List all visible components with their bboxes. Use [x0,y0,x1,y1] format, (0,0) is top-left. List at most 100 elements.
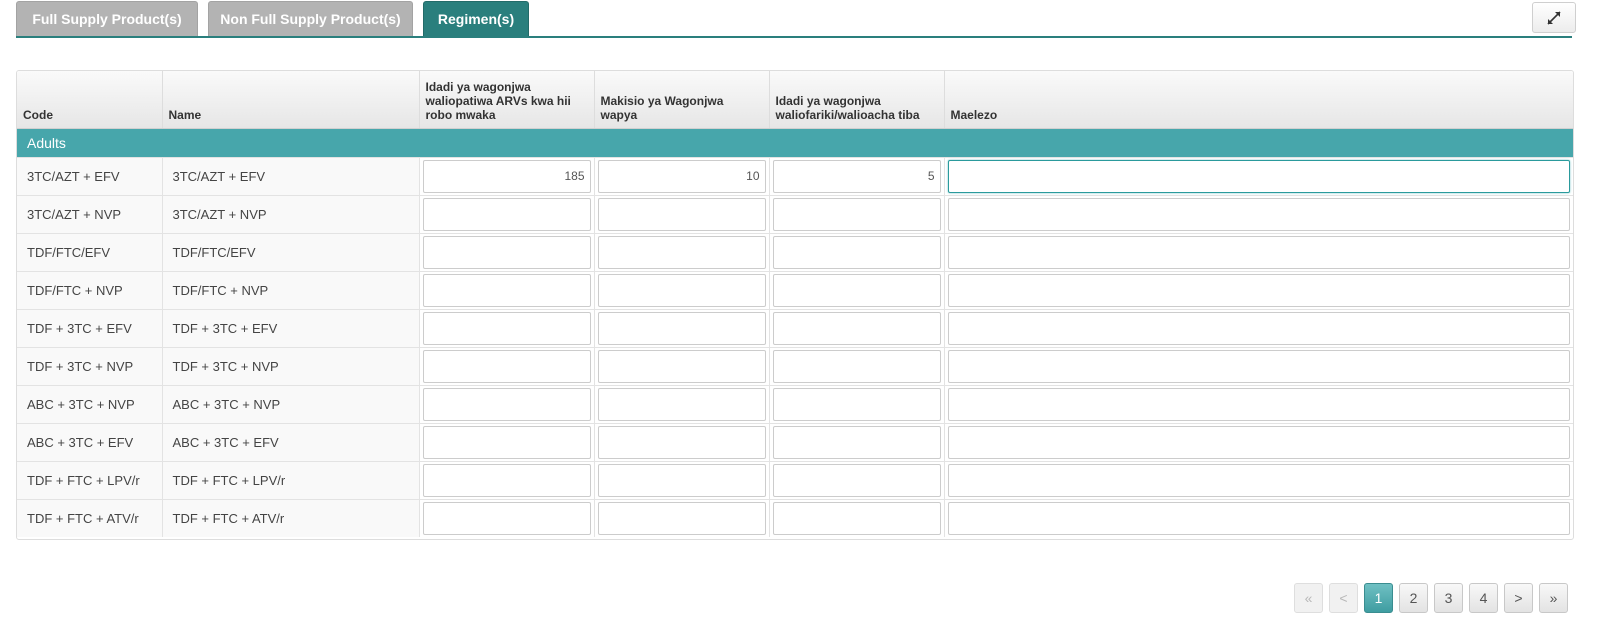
patients-died-stopped-input[interactable] [772,273,941,307]
patients-on-arvs-input[interactable] [422,387,591,421]
regimen-name: TDF/FTC/EFV [162,232,420,271]
new-patients-estimate-input[interactable] [597,311,766,345]
pagination-last-button[interactable]: » [1539,583,1568,613]
column-header-remarks: Maelezo [944,71,1573,129]
patients-on-arvs-input[interactable] [422,273,591,307]
patients-died-stopped-input[interactable] [772,425,941,459]
regimen-table: Code Name Idadi ya wagonjwa waliopatiwa … [17,71,1573,537]
patients-on-arvs-input-cell [419,270,595,309]
regimen-table-container: Code Name Idadi ya wagonjwa waliopatiwa … [16,70,1574,540]
new-patients-estimate-input-cell [594,270,770,309]
pagination-page-3[interactable]: 3 [1434,583,1463,613]
patients-on-arvs-input[interactable] [422,501,591,535]
new-patients-estimate-input-cell [594,460,770,499]
patients-on-arvs-input[interactable] [422,197,591,231]
tab-bar: Full Supply Product(s) Non Full Supply P… [16,0,1572,38]
patients-on-arvs-input[interactable] [422,235,591,269]
remarks-input[interactable] [947,425,1570,459]
regimen-name: TDF + FTC + LPV/r [162,460,420,499]
pagination-page-2[interactable]: 2 [1399,583,1428,613]
tab-non-full-supply-products[interactable]: Non Full Supply Product(s) [208,1,413,36]
patients-on-arvs-input-cell [419,232,595,271]
regimen-name: ABC + 3TC + NVP [162,384,420,423]
new-patients-estimate-input[interactable] [597,159,766,193]
patients-died-stopped-input[interactable] [772,463,941,497]
remarks-input[interactable] [947,387,1570,421]
regimen-code: TDF/FTC/EFV [17,232,163,271]
pagination-page-4[interactable]: 4 [1469,583,1498,613]
remarks-input[interactable] [947,501,1570,535]
new-patients-estimate-input-cell [594,156,770,195]
regimen-code: TDF + FTC + ATV/r [17,498,163,537]
table-row: TDF + 3TC + EFV TDF + 3TC + EFV [17,308,1573,347]
regimen-name: 3TC/AZT + NVP [162,194,420,233]
remarks-input-cell [944,498,1573,537]
regimen-name: TDF + FTC + ATV/r [162,498,420,537]
column-header-patients-died-stopped: Idadi ya wagonjwa waliofariki/walioacha … [769,71,945,129]
remarks-input-cell [944,384,1573,423]
new-patients-estimate-input[interactable] [597,463,766,497]
remarks-input[interactable] [947,463,1570,497]
patients-on-arvs-input[interactable] [422,349,591,383]
patients-on-arvs-input[interactable] [422,311,591,345]
remarks-input[interactable] [947,273,1570,307]
new-patients-estimate-input[interactable] [597,425,766,459]
table-row: TDF + FTC + ATV/r TDF + FTC + ATV/r [17,498,1573,537]
patients-died-stopped-input[interactable] [772,501,941,535]
new-patients-estimate-input[interactable] [597,235,766,269]
remarks-input-cell [944,422,1573,461]
regimen-code: 3TC/AZT + EFV [17,156,163,195]
table-header-row: Code Name Idadi ya wagonjwa waliopatiwa … [17,71,1573,129]
tab-regimens[interactable]: Regimen(s) [423,1,529,36]
patients-died-stopped-input-cell [769,270,945,309]
regimen-page: Full Supply Product(s) Non Full Supply P… [0,0,1600,626]
patients-died-stopped-input[interactable] [772,159,941,193]
patients-on-arvs-input-cell [419,194,595,233]
expand-arrows-icon [1547,11,1561,25]
patients-on-arvs-input[interactable] [422,463,591,497]
fullscreen-button[interactable] [1532,2,1576,33]
remarks-input-cell [944,156,1573,195]
new-patients-estimate-input[interactable] [597,197,766,231]
new-patients-estimate-input[interactable] [597,273,766,307]
column-header-name: Name [162,71,420,129]
patients-on-arvs-input-cell [419,384,595,423]
patients-died-stopped-input[interactable] [772,349,941,383]
remarks-input[interactable] [947,159,1570,193]
pagination-prev-button[interactable]: < [1329,583,1358,613]
new-patients-estimate-input-cell [594,346,770,385]
remarks-input-cell [944,308,1573,347]
remarks-input[interactable] [947,235,1570,269]
patients-died-stopped-input[interactable] [772,311,941,345]
patients-died-stopped-input[interactable] [772,197,941,231]
patients-on-arvs-input-cell [419,498,595,537]
patients-died-stopped-input[interactable] [772,235,941,269]
new-patients-estimate-input[interactable] [597,349,766,383]
patients-on-arvs-input-cell [419,422,595,461]
patients-on-arvs-input-cell [419,156,595,195]
new-patients-estimate-input[interactable] [597,387,766,421]
regimen-name: ABC + 3TC + EFV [162,422,420,461]
pagination-page-1[interactable]: 1 [1364,583,1393,613]
pagination-next-button[interactable]: > [1504,583,1533,613]
regimen-code: ABC + 3TC + EFV [17,422,163,461]
patients-on-arvs-input[interactable] [422,425,591,459]
regimen-name: TDF + 3TC + NVP [162,346,420,385]
remarks-input-cell [944,194,1573,233]
patients-died-stopped-input-cell [769,346,945,385]
pagination-first-button[interactable]: « [1294,583,1323,613]
new-patients-estimate-input-cell [594,194,770,233]
table-row: 3TC/AZT + NVP 3TC/AZT + NVP [17,194,1573,233]
remarks-input-cell [944,346,1573,385]
new-patients-estimate-input[interactable] [597,501,766,535]
tab-full-supply-products[interactable]: Full Supply Product(s) [16,1,198,36]
remarks-input[interactable] [947,349,1570,383]
remarks-input[interactable] [947,197,1570,231]
patients-died-stopped-input[interactable] [772,387,941,421]
patients-on-arvs-input[interactable] [422,159,591,193]
patients-on-arvs-input-cell [419,460,595,499]
regimen-name: TDF/FTC + NVP [162,270,420,309]
regimen-code: TDF + FTC + LPV/r [17,460,163,499]
remarks-input[interactable] [947,311,1570,345]
patients-died-stopped-input-cell [769,460,945,499]
